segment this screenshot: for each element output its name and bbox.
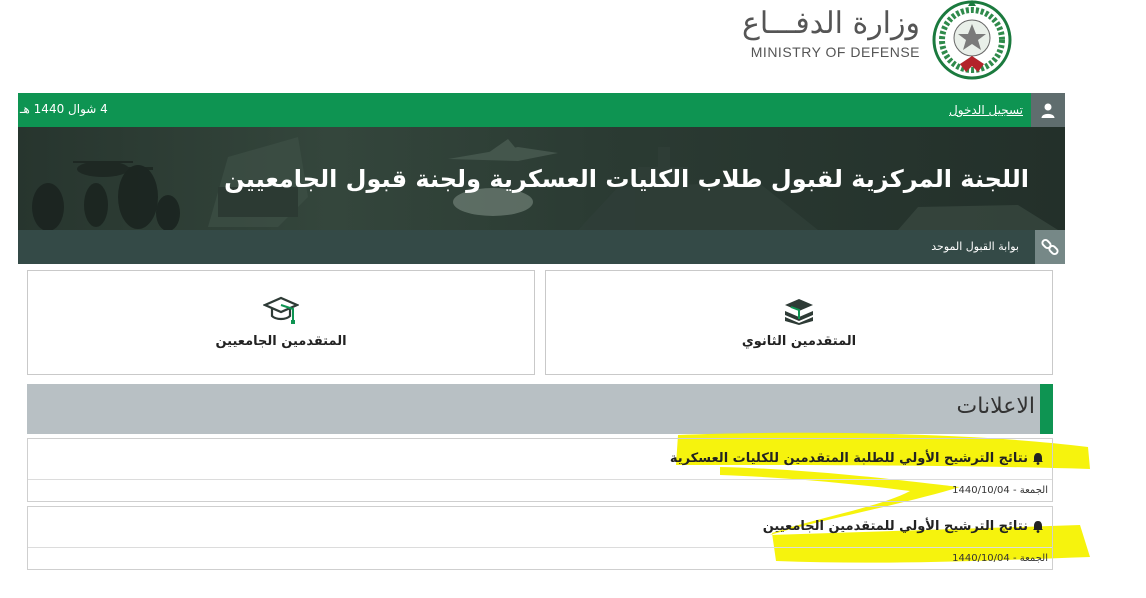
- books-icon: [785, 299, 813, 325]
- announcement-date: 1440/10/04: [952, 553, 1010, 564]
- hijri-date: 4 شوال 1440 هـ: [20, 102, 108, 116]
- announcement-meta: الجمعة - 1440/10/04: [952, 553, 1048, 564]
- secondary-applicants-label: المتقدمين الثانوي: [741, 334, 857, 349]
- announcement-meta: الجمعة - 1440/10/04: [952, 485, 1048, 496]
- announcement-link[interactable]: نتائج الترشيح الأولي للطلبة المتقدمين لل…: [670, 451, 1044, 466]
- top-bar: تسجيل الدخول 4 شوال 1440 هـ: [18, 93, 1065, 127]
- bell-icon: [1033, 453, 1043, 465]
- ministry-logo: وزارة الدفـــاع MINISTRY OF DEFENSE: [740, 0, 1040, 90]
- banner-title: اللجنة المركزية لقبول طلاب الكليات العسك…: [224, 165, 1029, 193]
- university-applicants-card[interactable]: المتقدمين الجامعيين: [27, 270, 535, 375]
- link-icon[interactable]: [1035, 230, 1065, 264]
- announcements-title: الاعلانات: [956, 394, 1035, 419]
- ministry-emblem: [932, 0, 1012, 80]
- logo-arabic-text: وزارة الدفـــاع: [741, 6, 920, 41]
- hero-banner: اللجنة المركزية لقبول طلاب الكليات العسك…: [18, 127, 1065, 230]
- announcements-header: الاعلانات: [27, 384, 1053, 434]
- announcement-day: الجمعة: [1019, 553, 1048, 564]
- announcement-title: نتائج الترشيح الأولي للمتقدمين الجامعيين: [762, 519, 1028, 534]
- announcement-date: 1440/10/04: [952, 485, 1010, 496]
- login-link[interactable]: تسجيل الدخول: [949, 103, 1023, 117]
- meta-separator: -: [1009, 553, 1017, 564]
- logo-english-text: MINISTRY OF DEFENSE: [750, 44, 920, 60]
- portal-bar: بوابة القبول الموحد: [18, 230, 1065, 264]
- portal-label[interactable]: بوابة القبول الموحد: [931, 240, 1019, 253]
- divider: [28, 479, 1052, 480]
- announcement-item: نتائج الترشيح الأولي للطلبة المتقدمين لل…: [27, 438, 1053, 502]
- announcement-day: الجمعة: [1019, 485, 1048, 496]
- header-accent-stripe: [1040, 384, 1053, 434]
- announcement-link[interactable]: نتائج الترشيح الأولي للمتقدمين الجامعيين: [763, 519, 1044, 534]
- announcement-title: نتائج الترشيح الأولي للطلبة المتقدمين لل…: [669, 451, 1028, 466]
- divider: [28, 547, 1052, 548]
- university-applicants-label: المتقدمين الجامعيين: [215, 334, 347, 349]
- meta-separator: -: [1009, 485, 1017, 496]
- user-icon[interactable]: [1031, 93, 1065, 127]
- bell-icon: [1033, 521, 1043, 533]
- secondary-applicants-card[interactable]: المتقدمين الثانوي: [545, 270, 1053, 375]
- graduation-cap-icon: [263, 296, 299, 324]
- announcement-item: نتائج الترشيح الأولي للمتقدمين الجامعيين…: [27, 506, 1053, 570]
